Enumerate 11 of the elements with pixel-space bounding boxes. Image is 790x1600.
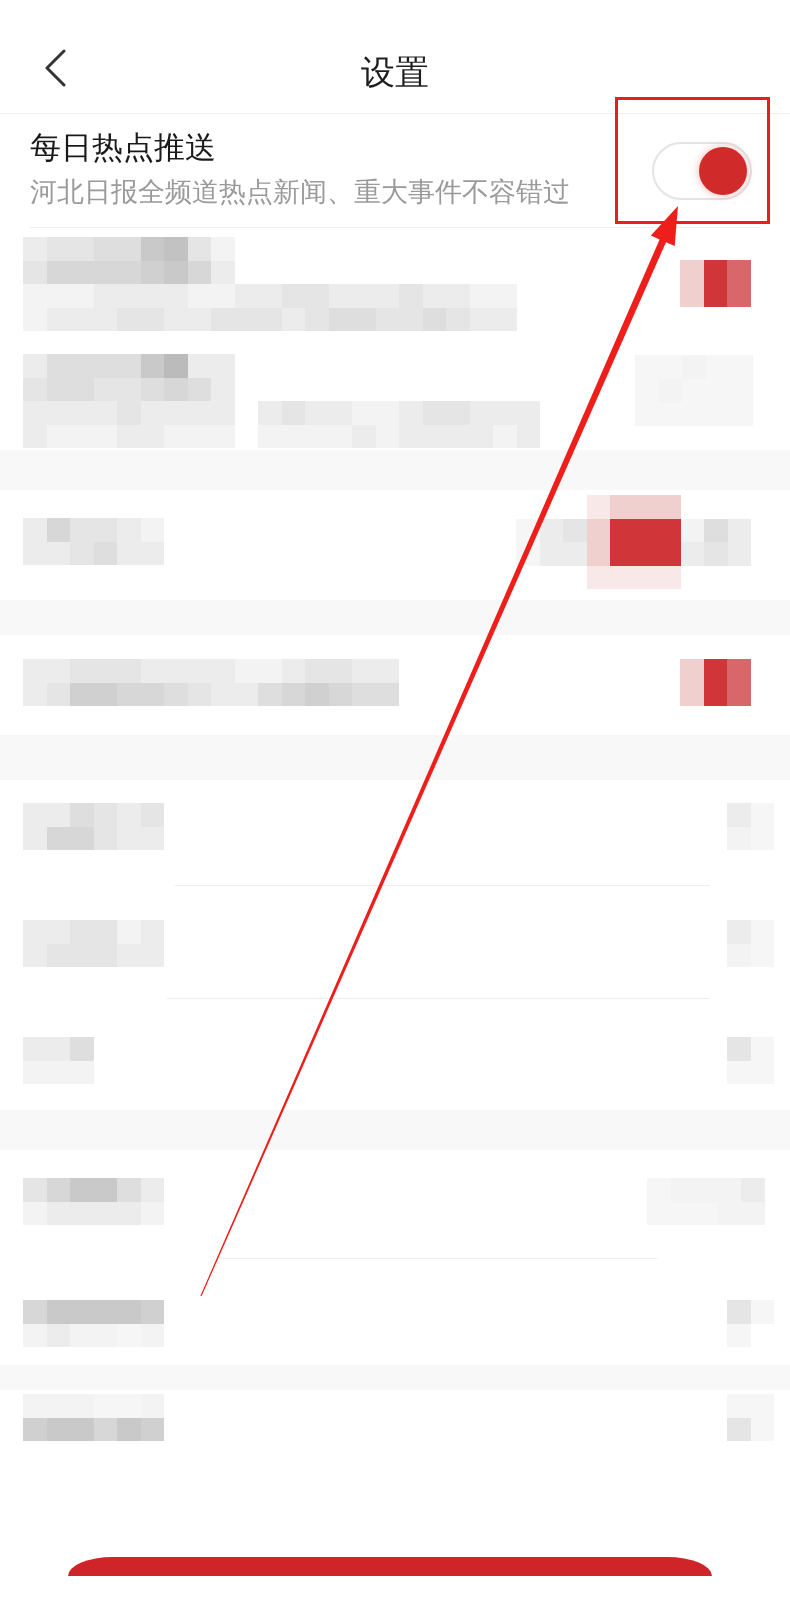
pixelated-area-drawing	[727, 1037, 774, 1084]
pixelated-area-drawing	[680, 260, 751, 307]
setting-title: 每日热点推送	[30, 129, 217, 167]
toggle-switch[interactable]	[652, 141, 752, 200]
back-icon[interactable]	[43, 49, 67, 87]
pixelated-area-drawing	[727, 1300, 774, 1347]
setting-description: 河北日报全频道热点新闻、重大事件不容错过	[30, 176, 570, 209]
page-title: 设置	[361, 51, 429, 93]
pixelated-area-drawing	[680, 659, 751, 706]
pixelated-area-drawing	[727, 1394, 774, 1441]
pixelated-area-drawing	[23, 1037, 94, 1084]
